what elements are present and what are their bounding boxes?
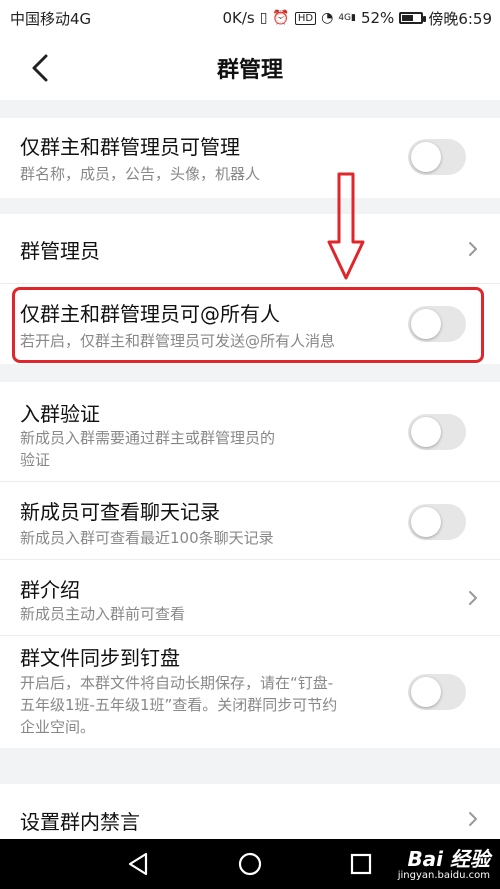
setting-verify: 入群验证 新成员入群需要通过群主或群管理员的 验证	[0, 382, 500, 482]
clock-time: 傍晚6:59	[428, 9, 492, 28]
status-bar: 中国移动4G 0K/s ▯ ⏰ HD ◔ 4G▮ 52% 傍晚6:59	[0, 0, 500, 36]
battery-fill	[402, 15, 413, 21]
toggle-knob	[411, 507, 441, 537]
wifi-icon: ◔	[321, 10, 334, 26]
setting-subtitle-line1: 开启后，本群文件将自动长期保存，请在“钉盘-	[20, 674, 334, 692]
toggle-knob	[411, 142, 441, 172]
watermark-main: Bai 经验	[407, 847, 490, 871]
setting-title: 群管理员	[20, 239, 100, 263]
setting-subtitle: 群名称，成员，公告，头像，机器人	[20, 165, 261, 183]
back-button[interactable]	[24, 52, 56, 84]
network-speed: 0K/s	[222, 9, 255, 27]
chevron-right-icon	[469, 591, 477, 605]
setting-admin-only: 仅群主和群管理员可管理 群名称，成员，公告，头像，机器人	[0, 118, 500, 198]
setting-history: 新成员可查看聊天记录 新成员入群可查看最近100条聊天记录	[0, 482, 500, 560]
settings-group-members: 入群验证 新成员入群需要通过群主或群管理员的 验证 新成员可查看聊天记录 新成员…	[0, 382, 500, 748]
admin-only-toggle[interactable]	[408, 139, 466, 175]
setting-intro[interactable]: 群介绍 新成员主动入群前可查看	[0, 560, 500, 636]
settings-group-permissions: 仅群主和群管理员可管理 群名称，成员，公告，头像，机器人	[0, 118, 500, 198]
setting-title: 群介绍	[20, 578, 80, 602]
signal-icon: 4G▮	[338, 13, 356, 23]
status-icons: 0K/s ▯ ⏰ HD ◔ 4G▮ 52% 傍晚6:59	[222, 8, 492, 29]
setting-title: 入群验证	[20, 402, 100, 426]
setting-subtitle: 新成员入群可查看最近100条聊天记录	[20, 529, 274, 547]
carrier-label: 中国移动4G	[10, 9, 92, 28]
watermark-logo: Bai 经验 jingyan.baidu.com	[398, 843, 490, 881]
setting-title: 新成员可查看聊天记录	[20, 500, 220, 524]
chevron-right-icon	[469, 242, 477, 256]
page-title: 群管理	[216, 58, 283, 83]
setting-subtitle-line2: 验证	[20, 451, 51, 469]
nav-back-icon[interactable]	[126, 851, 152, 877]
setting-title: 仅群主和群管理员可管理	[20, 135, 240, 159]
setting-subtitle: 新成员主动入群前可查看	[20, 605, 186, 623]
vibrate-icon: ▯	[259, 10, 268, 26]
settings-group-mute: 设置群内禁言	[0, 784, 500, 839]
setting-title: 群文件同步到钉盘	[20, 646, 180, 670]
file-sync-toggle[interactable]	[408, 674, 466, 710]
setting-file-sync: 群文件同步到钉盘 开启后，本群文件将自动长期保存，请在“钉盘- 五年级1班-五年…	[0, 636, 500, 748]
setting-admins[interactable]: 群管理员	[0, 214, 500, 284]
toggle-knob	[411, 677, 441, 707]
arrow-down-icon	[327, 172, 365, 280]
history-toggle[interactable]	[408, 504, 466, 540]
system-nav-bar: Bai 经验 jingyan.baidu.com	[0, 839, 500, 889]
battery-percent: 52%	[360, 9, 395, 27]
setting-subtitle-line2: 五年级1班-五年级1班”查看。关闭群同步可节约	[20, 696, 338, 714]
highlight-box	[12, 287, 484, 363]
chevron-right-icon	[469, 812, 477, 826]
nav-header: 群管理	[0, 36, 500, 100]
chevron-left-icon	[32, 54, 48, 82]
hd-icon: HD	[294, 11, 317, 25]
setting-subtitle-line3: 企业空间。	[20, 718, 96, 736]
net-type-label: 4G	[338, 13, 352, 23]
setting-title: 设置群内禁言	[20, 810, 140, 834]
setting-mute[interactable]: 设置群内禁言	[0, 784, 500, 839]
nav-home-icon[interactable]	[237, 851, 263, 877]
toggle-knob	[411, 417, 441, 447]
battery-icon	[399, 12, 427, 24]
verify-toggle[interactable]	[408, 414, 466, 450]
alarm-icon: ⏰	[272, 10, 290, 26]
nav-recents-icon[interactable]	[348, 851, 374, 877]
watermark-url: jingyan.baidu.com	[397, 870, 490, 881]
setting-subtitle-line1: 新成员入群需要通过群主或群管理员的	[20, 429, 276, 447]
